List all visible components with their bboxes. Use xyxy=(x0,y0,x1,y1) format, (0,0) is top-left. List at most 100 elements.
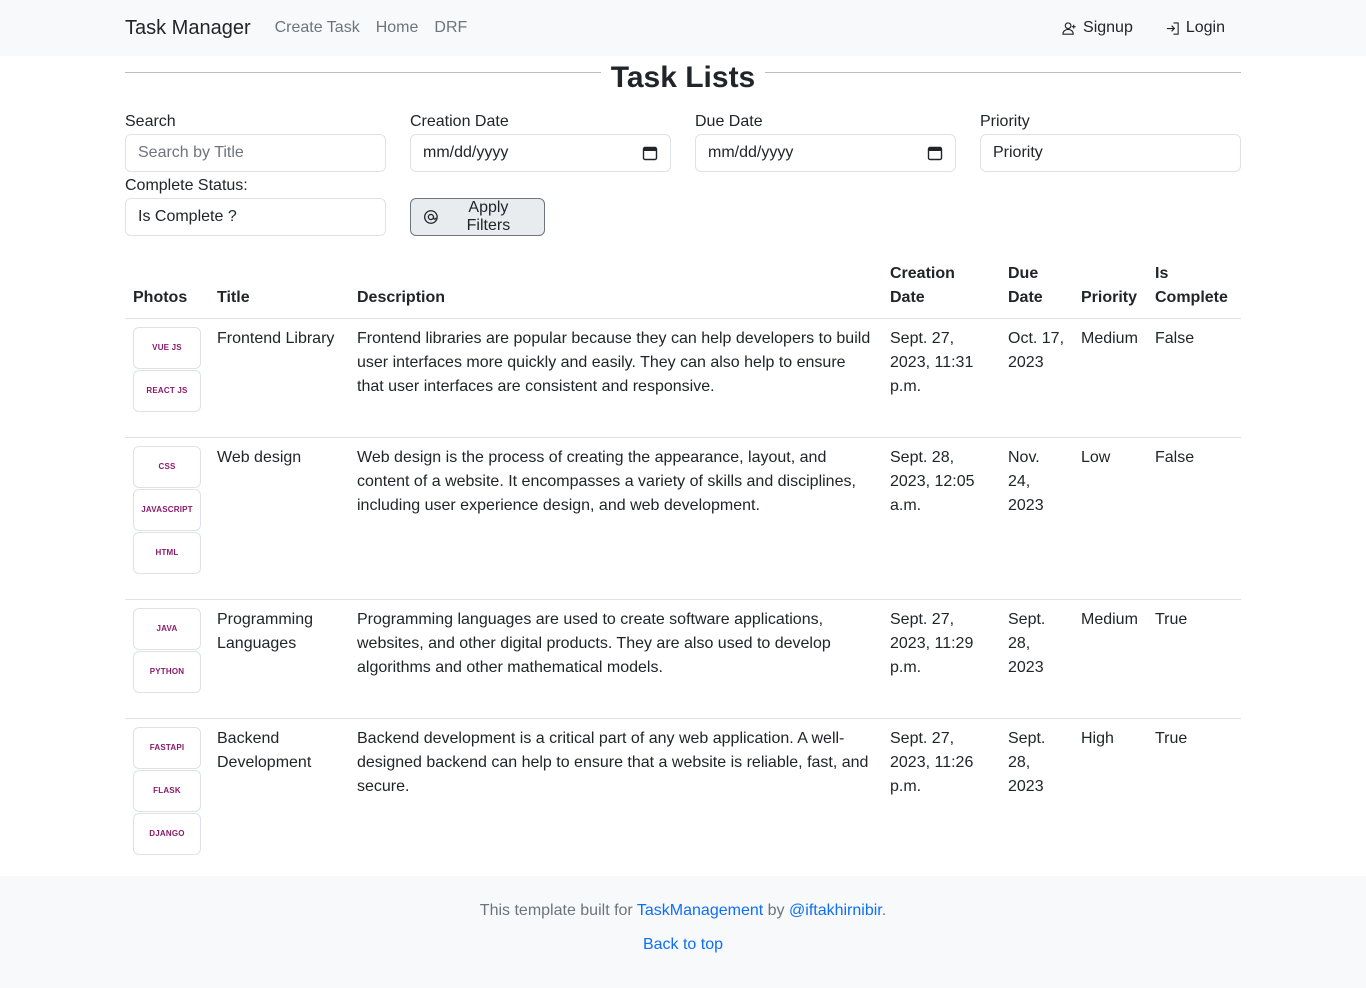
col-due-date: Due Date xyxy=(1000,254,1073,319)
at-icon xyxy=(424,210,438,224)
description-cell: Frontend libraries are popular because t… xyxy=(349,318,882,438)
signup-label: Signup xyxy=(1083,19,1133,36)
col-photos: Photos xyxy=(125,254,209,319)
page-title: Task Lists xyxy=(600,61,766,95)
due-date-cell: Oct. 17, 2023 xyxy=(1000,318,1073,438)
login-icon xyxy=(1166,21,1179,35)
photo-thumbnail[interactable]: PYTHON xyxy=(133,651,201,693)
due-date-input[interactable]: mm/dd/yyyy xyxy=(695,134,956,172)
creation-date-cell: Sept. 27, 2023, 11:26 p.m. xyxy=(882,718,1000,881)
creation-date-cell: Sept. 27, 2023, 11:29 p.m. xyxy=(882,599,1000,719)
description-cell: Programming languages are used to create… xyxy=(349,599,882,719)
photo-thumbnail[interactable]: FASTAPI xyxy=(133,727,201,769)
project-link[interactable]: TaskManagement xyxy=(637,902,763,919)
login-link[interactable]: Login xyxy=(1149,19,1241,37)
nav-home[interactable]: Home xyxy=(368,19,427,37)
col-description: Description xyxy=(349,254,882,319)
creation-date-input[interactable]: mm/dd/yyyy xyxy=(410,134,671,172)
due-date-cell: Sept. 28, 2023 xyxy=(1000,599,1073,719)
col-title: Title xyxy=(209,254,349,319)
col-priority: Priority xyxy=(1073,254,1147,319)
photo-logo-text: REACT JS xyxy=(146,386,188,395)
back-to-top-wrapper: Back to top xyxy=(0,936,1366,954)
title-row: Task Lists xyxy=(125,60,1241,98)
is-complete-cell: False xyxy=(1147,437,1241,600)
login-label: Login xyxy=(1185,19,1225,36)
is-complete-cell: True xyxy=(1147,718,1241,881)
photo-thumbnail[interactable]: FLASK xyxy=(133,770,201,812)
search-field: Search Search by Title xyxy=(125,112,386,172)
photo-logo-text: HTML xyxy=(155,548,179,557)
priority-cell: Low xyxy=(1073,437,1147,600)
title-cell: Frontend Library xyxy=(209,318,349,438)
signup-link[interactable]: Signup xyxy=(1046,19,1149,37)
back-to-top-link[interactable]: Back to top xyxy=(643,936,723,953)
photo-logo-text: FLASK xyxy=(153,786,181,795)
calendar-icon[interactable] xyxy=(927,145,943,161)
complete-status-input[interactable]: Is Complete ? xyxy=(125,198,386,236)
filter-row-2: Complete Status: Is Complete ? Apply Fil… xyxy=(125,176,1241,236)
priority-cell: Medium xyxy=(1073,599,1147,719)
col-is-complete: Is Complete xyxy=(1147,254,1241,319)
complete-status-label: Complete Status: xyxy=(125,177,248,194)
apply-filters-label: Apply Filters xyxy=(466,199,511,234)
table-row: VUE JS REACT JS Frontend Library Fronten… xyxy=(125,318,1241,438)
photo-logo-text: VUE JS xyxy=(152,343,182,352)
photo-logo-text: JAVASCRIPT xyxy=(141,505,193,514)
due-date-cell: Sept. 28, 2023 xyxy=(1000,718,1073,881)
search-label: Search xyxy=(125,113,176,130)
title-cell: Backend Development xyxy=(209,718,349,881)
creation-date-label: Creation Date xyxy=(410,113,509,130)
person-add-icon xyxy=(1062,21,1076,35)
search-input[interactable]: Search by Title xyxy=(125,134,386,172)
photos-cell: CSS JAVASCRIPT HTML xyxy=(125,437,209,600)
brand-link[interactable]: Task Manager xyxy=(125,17,251,40)
photos-cell: JAVA PYTHON xyxy=(125,599,209,719)
priority-input[interactable]: Priority xyxy=(980,134,1241,172)
nav-drf[interactable]: DRF xyxy=(426,19,475,37)
photo-thumbnail[interactable]: JAVASCRIPT xyxy=(133,489,201,531)
table-row: JAVA PYTHON Programming Languages Progra… xyxy=(125,599,1241,719)
creation-date-placeholder: mm/dd/yyyy xyxy=(423,144,509,161)
creation-date-field: Creation Date mm/dd/yyyy xyxy=(410,112,671,172)
footer: This template built for TaskManagement b… xyxy=(0,876,1366,988)
calendar-icon[interactable] xyxy=(642,145,658,161)
creation-date-cell: Sept. 28, 2023, 12:05 a.m. xyxy=(882,437,1000,600)
photo-thumbnail[interactable]: JAVA xyxy=(133,608,201,650)
author-link[interactable]: @iftakhirnibir xyxy=(789,902,882,919)
task-table: Photos Title Description Creation Date D… xyxy=(125,254,1241,881)
photo-thumbnail[interactable]: DJANGO xyxy=(133,813,201,855)
footer-by: by xyxy=(767,902,785,919)
creation-date-cell: Sept. 27, 2023, 11:31 p.m. xyxy=(882,318,1000,438)
photos-cell: FASTAPI FLASK DJANGO xyxy=(125,718,209,881)
col-creation-date: Creation Date xyxy=(882,254,1000,319)
photos-cell: VUE JS REACT JS xyxy=(125,318,209,438)
priority-cell: Medium xyxy=(1073,318,1147,438)
due-date-cell: Nov. 24, 2023 xyxy=(1000,437,1073,600)
due-date-field: Due Date mm/dd/yyyy xyxy=(695,112,956,172)
photo-thumbnail[interactable]: REACT JS xyxy=(133,370,201,412)
table-row: CSS JAVASCRIPT HTML Web design Web desig… xyxy=(125,437,1241,600)
table-row: FASTAPI FLASK DJANGO Backend Development… xyxy=(125,718,1241,881)
photo-logo-text: CSS xyxy=(158,462,176,471)
title-cell: Programming Languages xyxy=(209,599,349,719)
nav-create-task[interactable]: Create Task xyxy=(267,19,368,37)
photo-thumbnail[interactable]: CSS xyxy=(133,446,201,488)
photo-thumbnail[interactable]: VUE JS xyxy=(133,327,201,369)
due-date-label: Due Date xyxy=(695,113,763,130)
photo-logo-text: DJANGO xyxy=(149,829,185,838)
apply-filters-button[interactable]: Apply Filters xyxy=(410,198,545,236)
footer-prefix: This template built for xyxy=(479,902,633,919)
photo-logo-text: PYTHON xyxy=(149,667,185,676)
photo-thumbnail[interactable]: HTML xyxy=(133,532,201,574)
complete-status-field: Complete Status: Is Complete ? xyxy=(125,176,386,236)
footer-credit: This template built for TaskManagement b… xyxy=(0,902,1366,920)
footer-suffix: . xyxy=(881,902,887,919)
description-cell: Web design is the process of creating th… xyxy=(349,437,882,600)
main-container: Task Lists Search Search by Title Creati… xyxy=(125,60,1241,881)
priority-field: Priority Priority xyxy=(980,112,1241,172)
due-date-placeholder: mm/dd/yyyy xyxy=(708,144,794,161)
title-cell: Web design xyxy=(209,437,349,600)
is-complete-cell: False xyxy=(1147,318,1241,438)
table-header-row: Photos Title Description Creation Date D… xyxy=(125,254,1241,319)
